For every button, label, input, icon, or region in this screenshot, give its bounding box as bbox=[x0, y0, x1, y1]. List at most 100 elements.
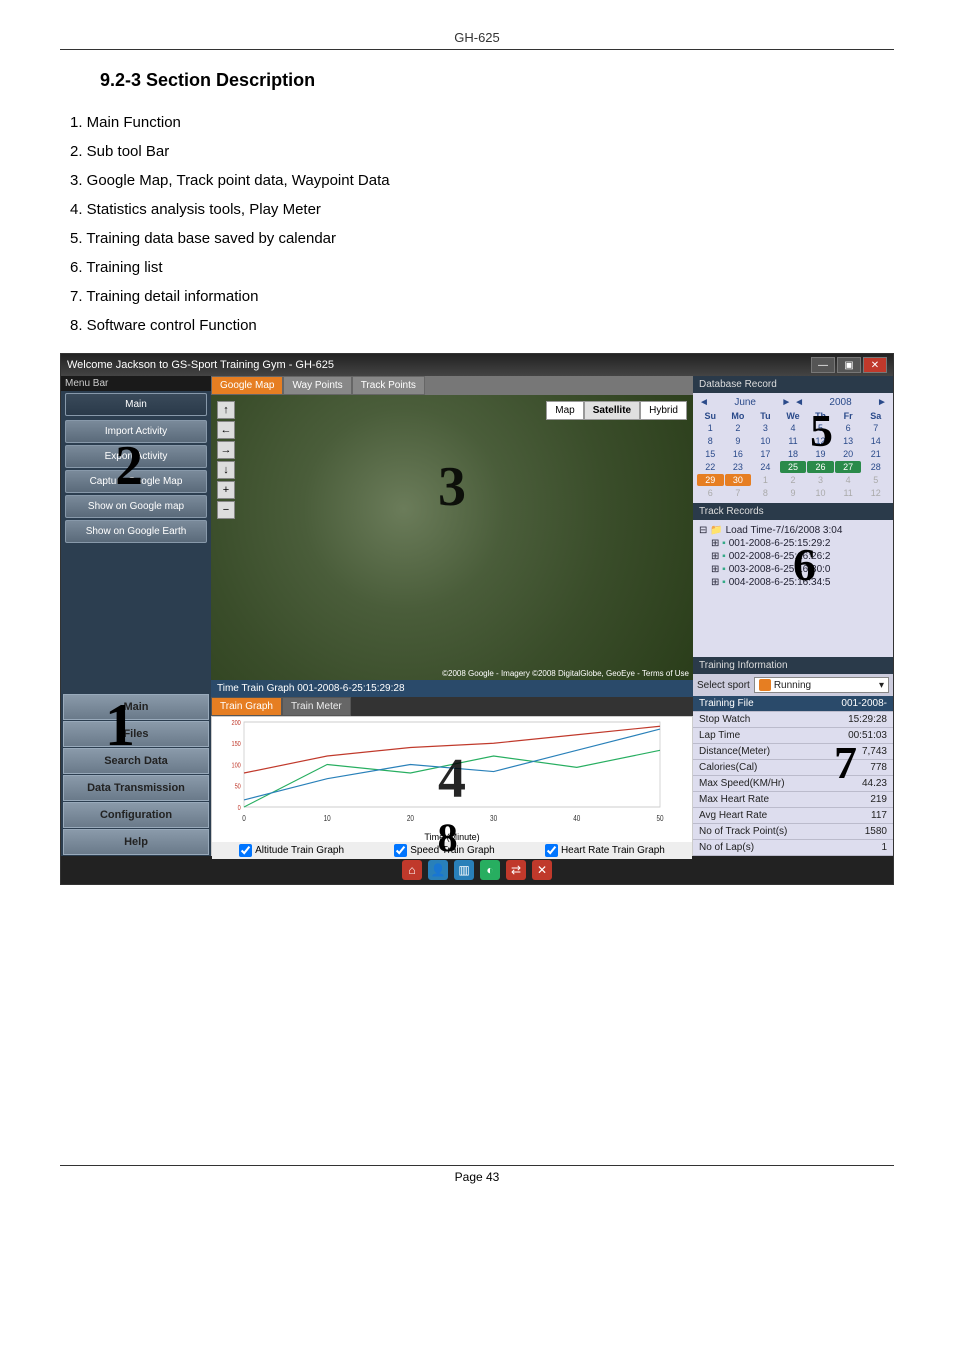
maximize-button[interactable]: ▣ bbox=[837, 357, 861, 373]
cal-day[interactable]: 2 bbox=[780, 474, 807, 486]
map-tab-track-points[interactable]: Track Points bbox=[352, 376, 425, 395]
track-tree[interactable]: ⊟ 📁Load Time-7/16/2008 3:04 ⊞ ▪001-2008-… bbox=[693, 520, 893, 657]
cal-day[interactable]: 18 bbox=[780, 448, 807, 460]
chart-checkbox[interactable]: Speed Train Graph bbox=[394, 844, 495, 857]
status-icon[interactable]: ✕ bbox=[532, 860, 552, 880]
cal-dow: Su bbox=[697, 411, 724, 421]
cal-day[interactable]: 11 bbox=[780, 435, 807, 447]
map-tab-google-map[interactable]: Google Map bbox=[211, 376, 283, 395]
cal-day[interactable]: 19 bbox=[807, 448, 834, 460]
zoom-btn[interactable]: ↓ bbox=[217, 461, 235, 479]
cal-day[interactable]: 5 bbox=[862, 474, 889, 486]
checkbox-input[interactable] bbox=[394, 844, 407, 857]
sidebar-item-export-activity[interactable]: Export Activity bbox=[65, 445, 207, 468]
cal-day[interactable]: 3 bbox=[807, 474, 834, 486]
zoom-btn[interactable]: − bbox=[217, 501, 235, 519]
zoom-btn[interactable]: ← bbox=[217, 421, 235, 439]
status-icon[interactable]: ⇄ bbox=[506, 860, 526, 880]
zoom-btn[interactable]: + bbox=[217, 481, 235, 499]
cal-day[interactable]: 28 bbox=[862, 461, 889, 473]
status-icon[interactable]: 👤 bbox=[428, 860, 448, 880]
cal-day[interactable]: 10 bbox=[807, 487, 834, 499]
cal-day[interactable]: 1 bbox=[752, 474, 779, 486]
sport-dropdown[interactable]: Running ▾ bbox=[754, 677, 889, 693]
map-type-hybrid[interactable]: Hybrid bbox=[640, 401, 687, 420]
sidebar-item-show-on-google-earth[interactable]: Show on Google Earth bbox=[65, 520, 207, 543]
cal-day[interactable]: 16 bbox=[725, 448, 752, 460]
sidebar-section-configuration[interactable]: Configuration bbox=[63, 802, 209, 828]
cal-day[interactable]: 21 bbox=[862, 448, 889, 460]
cal-day[interactable]: 30 bbox=[725, 474, 752, 486]
zoom-btn[interactable]: → bbox=[217, 441, 235, 459]
minimize-button[interactable]: — bbox=[811, 357, 835, 373]
header-divider bbox=[60, 49, 894, 50]
sidebar-item-import-activity[interactable]: Import Activity bbox=[65, 420, 207, 443]
checkbox-input[interactable] bbox=[239, 844, 252, 857]
cal-day[interactable]: 27 bbox=[835, 461, 862, 473]
cal-day[interactable]: 9 bbox=[780, 487, 807, 499]
checkbox-input[interactable] bbox=[545, 844, 558, 857]
cal-day[interactable]: 29 bbox=[697, 474, 724, 486]
map-tab-way-points[interactable]: Way Points bbox=[283, 376, 351, 395]
cal-day[interactable]: 14 bbox=[862, 435, 889, 447]
cal-day[interactable]: 4 bbox=[780, 422, 807, 434]
status-icon[interactable]: ▥ bbox=[454, 860, 474, 880]
cal-day[interactable]: 4 bbox=[835, 474, 862, 486]
tree-item[interactable]: ⊞ ▪001-2008-6-25:15:29:2 bbox=[697, 537, 889, 550]
cal-day[interactable]: 11 bbox=[835, 487, 862, 499]
sidebar-section-main[interactable]: Main bbox=[63, 694, 209, 720]
zoom-btn[interactable]: ↑ bbox=[217, 401, 235, 419]
tree-item[interactable]: ⊞ ▪003-2008-6-25:16:30:0 bbox=[697, 563, 889, 576]
sidebar-section-files[interactable]: Files bbox=[63, 721, 209, 747]
cal-day[interactable]: 17 bbox=[752, 448, 779, 460]
cal-day[interactable]: 12 bbox=[807, 435, 834, 447]
sidebar-section-help[interactable]: Help bbox=[63, 829, 209, 855]
sidebar-header-main[interactable]: Main bbox=[65, 393, 207, 416]
cal-day[interactable]: 22 bbox=[697, 461, 724, 473]
graph-tab-train-meter[interactable]: Train Meter bbox=[282, 697, 351, 716]
cal-prev-month[interactable]: ◄ bbox=[697, 397, 711, 408]
cal-day[interactable]: 6 bbox=[835, 422, 862, 434]
cal-day[interactable]: 1 bbox=[697, 422, 724, 434]
cal-day[interactable]: 8 bbox=[697, 435, 724, 447]
cal-day[interactable]: 7 bbox=[862, 422, 889, 434]
status-icon[interactable]: ◐ bbox=[480, 860, 500, 880]
cal-day[interactable]: 2 bbox=[725, 422, 752, 434]
sidebar-item-capture-google-map[interactable]: Capture Google Map bbox=[65, 470, 207, 493]
calendar[interactable]: ◄ June ► ◄ 2008 ► SuMoTuWeThFrSa12345678… bbox=[693, 393, 893, 503]
cal-next-year[interactable]: ► bbox=[875, 397, 889, 408]
chart-checkbox[interactable]: Heart Rate Train Graph bbox=[545, 844, 665, 857]
info-key: Distance(Meter) bbox=[699, 746, 770, 757]
cal-day[interactable]: 3 bbox=[752, 422, 779, 434]
map-type-satellite[interactable]: Satellite bbox=[584, 401, 640, 420]
cal-day[interactable]: 24 bbox=[752, 461, 779, 473]
cal-day[interactable]: 10 bbox=[752, 435, 779, 447]
cal-day[interactable]: 13 bbox=[835, 435, 862, 447]
cal-day[interactable]: 23 bbox=[725, 461, 752, 473]
close-button[interactable]: ✕ bbox=[863, 357, 887, 373]
status-icon[interactable]: ⌂ bbox=[402, 860, 422, 880]
cal-day[interactable]: 12 bbox=[862, 487, 889, 499]
cal-nav-mid[interactable]: ► ◄ bbox=[779, 397, 806, 408]
cal-day[interactable]: 15 bbox=[697, 448, 724, 460]
tree-item[interactable]: ⊞ ▪004-2008-6-25:16:34:5 bbox=[697, 576, 889, 589]
cal-day[interactable]: 5 bbox=[807, 422, 834, 434]
description-list: 1. Main Function2. Sub tool Bar3. Google… bbox=[70, 109, 894, 339]
map-area[interactable]: ↑←→↓+− MapSatelliteHybrid ©2008 Google -… bbox=[211, 395, 693, 680]
tree-root[interactable]: ⊟ 📁Load Time-7/16/2008 3:04 bbox=[697, 524, 889, 537]
sidebar-section-search-data[interactable]: Search Data bbox=[63, 748, 209, 774]
map-type-map[interactable]: Map bbox=[546, 401, 583, 420]
tree-item[interactable]: ⊞ ▪002-2008-6-25:16:26:2 bbox=[697, 550, 889, 563]
sidebar-section-data-transmission[interactable]: Data Transmission bbox=[63, 775, 209, 801]
sidebar-item-show-on-google-map[interactable]: Show on Google map bbox=[65, 495, 207, 518]
cal-day[interactable]: 9 bbox=[725, 435, 752, 447]
cal-day[interactable]: 20 bbox=[835, 448, 862, 460]
svg-text:0: 0 bbox=[238, 804, 242, 812]
cal-day[interactable]: 26 bbox=[807, 461, 834, 473]
cal-day[interactable]: 8 bbox=[752, 487, 779, 499]
cal-day[interactable]: 7 bbox=[725, 487, 752, 499]
chart-checkbox[interactable]: Altitude Train Graph bbox=[239, 844, 344, 857]
graph-tab-train-graph[interactable]: Train Graph bbox=[211, 697, 282, 716]
cal-day[interactable]: 25 bbox=[780, 461, 807, 473]
cal-day[interactable]: 6 bbox=[697, 487, 724, 499]
